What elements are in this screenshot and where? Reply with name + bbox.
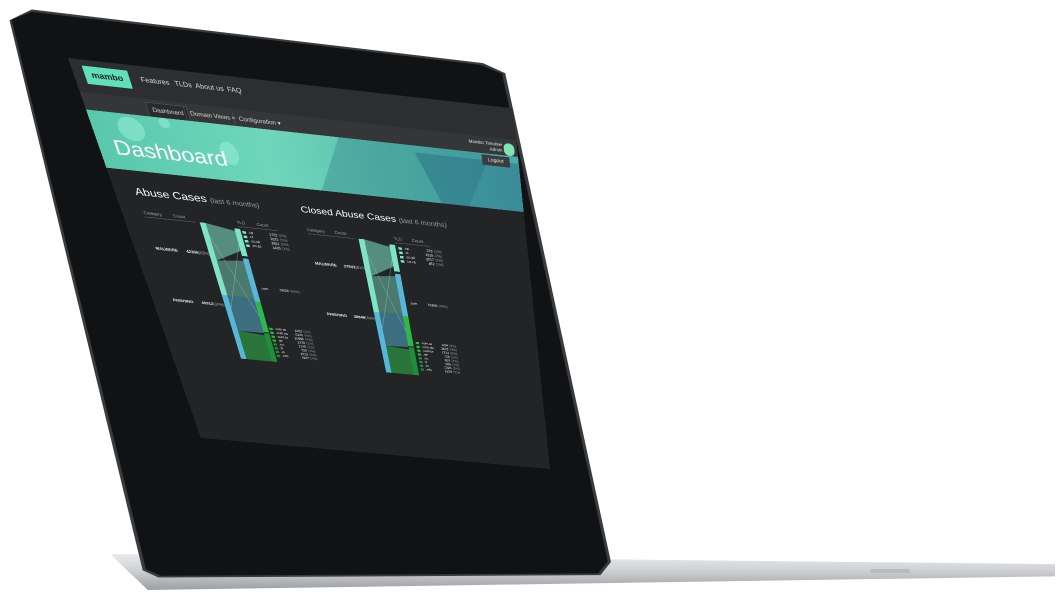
malware-row: MALWARE 37643(61%) (315, 262, 368, 271)
tld-swatch (274, 346, 279, 350)
panel-subtitle: (last 6 months) (398, 217, 448, 230)
nav-faq[interactable]: FAQ (226, 85, 242, 94)
tld-swatch (245, 244, 250, 247)
page-title: Dashboard (110, 135, 231, 171)
count-header: Count (334, 231, 347, 237)
tld-swatch (268, 327, 273, 331)
category-count-header: Category Count (143, 211, 196, 223)
tld-name: .info (281, 354, 289, 359)
banner-bubble-2 (157, 117, 172, 129)
tld-swatch (271, 335, 276, 338)
category-header: Category (143, 211, 163, 218)
tld-count-header-label: Count (411, 239, 424, 245)
mambo-logo[interactable]: mambo (81, 65, 133, 89)
tld-swatch (398, 246, 403, 250)
tld-count: 1439 (272, 246, 282, 251)
tld-swatch (241, 230, 247, 234)
category-count-header: Category Count (306, 228, 355, 239)
tld-swatch (244, 239, 249, 243)
tld-swatch (270, 331, 275, 334)
phishing-label: PHISHING (172, 298, 195, 305)
tld-name: .co.za (251, 244, 262, 249)
tld-swatch (243, 235, 248, 239)
tld-swatch (400, 259, 405, 263)
tld-swatch (418, 360, 423, 364)
tld-swatch (275, 350, 280, 354)
tld-swatch (272, 339, 277, 342)
tld-header: TLD (236, 221, 246, 226)
panel-title-text: Abuse Cases (133, 186, 209, 205)
nav-tlds[interactable]: TLDs (173, 80, 192, 89)
tld-count: 852 (428, 262, 436, 267)
nav-about-us[interactable]: About us (194, 82, 224, 93)
tld-pct: (2%) (309, 357, 318, 362)
tld-pct: (2%) (453, 370, 461, 375)
tld-swatch (419, 364, 424, 367)
tld-count-header-label: Count (256, 223, 269, 229)
tld-count: 1947 (301, 356, 310, 361)
phishing-row: PHISHING 40913(32%) (173, 299, 225, 308)
tld-count: 51860 (427, 303, 438, 309)
phishing-pct: (32%) (212, 302, 226, 308)
tld-pct: (1%) (281, 247, 291, 252)
tld-swatch (418, 356, 423, 360)
tld-name: .co.za (406, 260, 417, 265)
tld-swatch (416, 345, 420, 348)
tld-swatch (276, 354, 281, 357)
tld-count: 1328 (444, 370, 453, 374)
tld-swatch (273, 342, 278, 346)
tld-name: .info (425, 368, 433, 373)
tld-header: TLD (393, 237, 403, 243)
count-header: Count (172, 214, 187, 220)
malware-label: MALWARE (314, 262, 338, 268)
category-header: Category (306, 228, 326, 235)
nav-features[interactable]: Features (140, 76, 171, 87)
laptop-lid: mambo Features TLDs About us FAQ Dashboa… (0, 0, 1057, 596)
tld-pct: (1%) (435, 263, 444, 268)
tld-swatch (398, 251, 403, 255)
tld-swatch (416, 349, 421, 352)
malware-row: MALWARE 42306(53%) (155, 247, 211, 256)
tld-swatch (415, 341, 420, 345)
abuse-cases-title: Abuse Cases (last 6 months) (133, 186, 260, 211)
tld-pct: (59%) (438, 304, 449, 310)
tld-swatch (399, 255, 404, 259)
phishing-row: PHISHING 38649(33%) (327, 313, 377, 321)
tld-pct: (58%) (289, 289, 301, 295)
main-tld-row: .com 51860(59%) (410, 302, 449, 309)
tld-name: .com (409, 301, 418, 307)
tld-swatch (420, 368, 425, 371)
panel-title-text: Closed Abuse Cases (299, 203, 397, 225)
tld-swatch (417, 353, 422, 356)
malware-label: MALWARE (155, 247, 179, 254)
tld-name: .com (260, 287, 269, 292)
tld-count: 73026 (278, 288, 290, 294)
closed-abuse-cases-title: Closed Abuse Cases (last 6 months) (299, 204, 447, 230)
panel-subtitle: (last 6 months) (209, 197, 261, 210)
main-tld-row: .com 73026(58%) (260, 287, 300, 294)
phishing-label: PHISHING (326, 312, 348, 319)
